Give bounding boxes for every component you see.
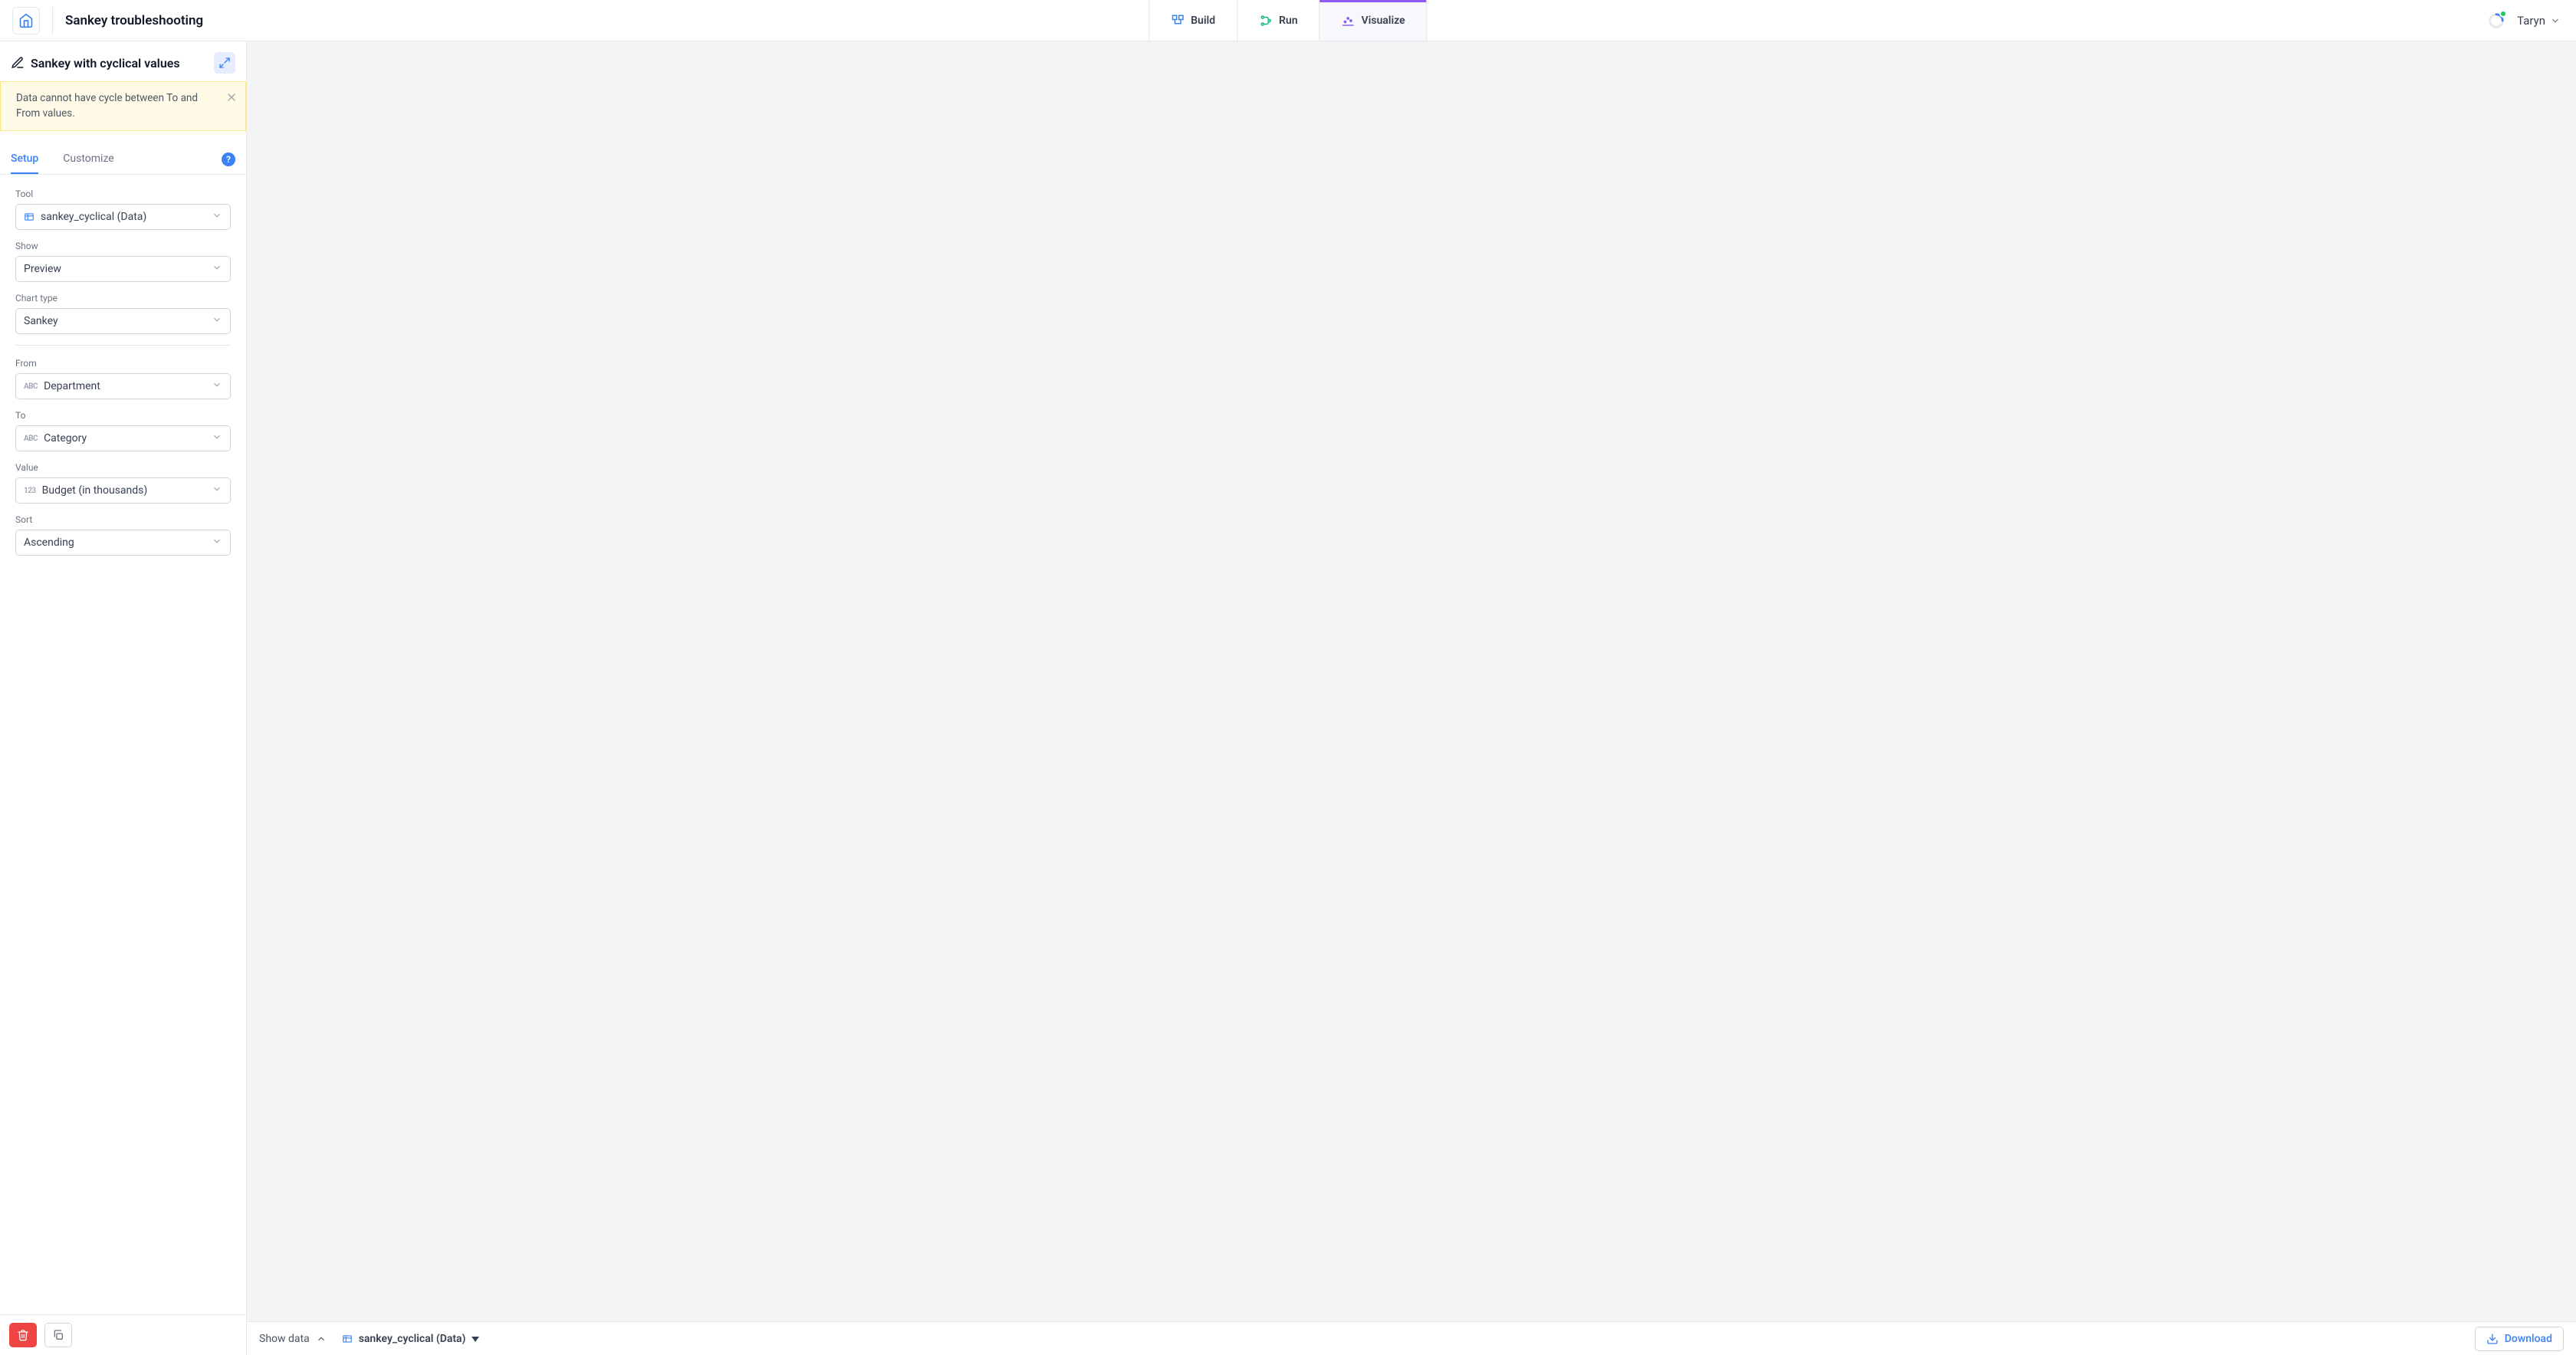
triangle-down-icon (472, 1335, 479, 1343)
select-to[interactable]: ABC Category (15, 425, 231, 451)
delete-button[interactable] (9, 1323, 37, 1347)
select-from-value: Department (44, 380, 205, 392)
duplicate-button[interactable] (44, 1323, 72, 1347)
user-name: Taryn (2517, 14, 2545, 28)
field-sort: Sort Ascending (15, 514, 231, 556)
label-from: From (15, 358, 231, 369)
top-bar: Sankey troubleshooting Build Run Visuali… (0, 0, 2576, 41)
canvas: Show data sankey_cyclical (Data) Downloa… (247, 41, 2576, 1355)
close-icon[interactable] (225, 91, 238, 103)
panel-title: Sankey with cyclical values (31, 56, 208, 71)
panel-tabs: Setup Customize ? (0, 145, 246, 175)
status-dot (2499, 10, 2507, 18)
label-tool: Tool (15, 189, 231, 199)
chevron-down-icon (212, 262, 222, 273)
show-data-label: Show data (259, 1333, 310, 1345)
show-data-toggle[interactable]: Show data (259, 1333, 327, 1345)
sidebar: Sankey with cyclical values Data cannot … (0, 41, 247, 1355)
select-from[interactable]: ABC Department (15, 373, 231, 399)
project-title: Sankey troubleshooting (65, 13, 203, 28)
field-tool: Tool sankey_cyclical (Data) (15, 189, 231, 230)
panel-header: Sankey with cyclical values (0, 41, 246, 81)
mode-tabs: Build Run Visualize (1148, 0, 1427, 41)
field-from: From ABC Department (15, 358, 231, 399)
chevron-down-icon (2550, 15, 2561, 26)
chevron-down-icon (212, 484, 222, 494)
label-chart-type: Chart type (15, 293, 231, 303)
tab-run-label: Run (1279, 15, 1298, 27)
download-icon (2486, 1333, 2499, 1345)
data-source-label: sankey_cyclical (Data) (359, 1333, 466, 1345)
setup-form: Tool sankey_cyclical (Data) Show Preview… (0, 175, 246, 1314)
expand-button[interactable] (214, 52, 235, 74)
topbar-right: Taryn (2488, 0, 2576, 41)
warning-banner: Data cannot have cycle between To and Fr… (0, 81, 246, 131)
help-button[interactable]: ? (222, 153, 235, 166)
select-show[interactable]: Preview (15, 256, 231, 282)
chevron-down-icon (212, 379, 222, 390)
label-to: To (15, 410, 231, 421)
divider (52, 7, 53, 34)
trash-icon (17, 1329, 29, 1341)
field-show: Show Preview (15, 241, 231, 282)
number-type-icon: 123 (24, 487, 36, 495)
select-value-field[interactable]: 123 Budget (in thousands) (15, 477, 231, 504)
build-icon (1171, 14, 1184, 28)
download-label: Download (2505, 1333, 2552, 1345)
tab-build-label: Build (1191, 15, 1215, 27)
label-sort: Sort (15, 514, 231, 525)
label-show: Show (15, 241, 231, 251)
copy-icon (52, 1329, 64, 1341)
select-valuefield-value: Budget (in thousands) (42, 484, 205, 497)
chevron-up-icon (316, 1334, 327, 1344)
chevron-down-icon (212, 314, 222, 325)
text-type-icon: ABC (24, 435, 38, 443)
text-type-icon: ABC (24, 382, 38, 391)
chevron-down-icon (212, 210, 222, 221)
run-icon (1259, 14, 1273, 28)
tab-visualize-label: Visualize (1362, 15, 1405, 27)
label-value: Value (15, 462, 231, 473)
divider (15, 345, 231, 346)
select-tool-value: sankey_cyclical (Data) (41, 211, 205, 223)
field-to: To ABC Category (15, 410, 231, 451)
select-show-value: Preview (24, 263, 205, 275)
topbar-left: Sankey troubleshooting (0, 0, 203, 41)
data-source-chip[interactable]: sankey_cyclical (Data) (342, 1333, 480, 1345)
tab-run[interactable]: Run (1237, 0, 1319, 41)
select-chart-type-value: Sankey (24, 315, 205, 327)
warning-text: Data cannot have cycle between To and Fr… (16, 92, 198, 120)
home-button[interactable] (12, 7, 40, 34)
pencil-icon (11, 56, 25, 70)
tab-setup[interactable]: Setup (11, 145, 38, 174)
status-indicator[interactable] (2488, 12, 2505, 29)
tab-build[interactable]: Build (1148, 0, 1237, 41)
field-chart-type: Chart type Sankey (15, 293, 231, 334)
table-icon (342, 1334, 353, 1344)
canvas-footer: Show data sankey_cyclical (Data) Downloa… (247, 1321, 2576, 1355)
main: Sankey with cyclical values Data cannot … (0, 41, 2576, 1355)
user-menu[interactable]: Taryn (2517, 14, 2561, 28)
field-value: Value 123 Budget (in thousands) (15, 462, 231, 504)
expand-icon (219, 57, 231, 69)
canvas-content (247, 41, 2576, 1321)
home-icon (18, 13, 34, 28)
select-sort[interactable]: Ascending (15, 530, 231, 556)
select-chart-type[interactable]: Sankey (15, 308, 231, 334)
chevron-down-icon (212, 431, 222, 442)
visualize-icon (1342, 14, 1355, 28)
sidebar-footer (0, 1314, 246, 1355)
download-button[interactable]: Download (2475, 1327, 2564, 1351)
tab-visualize[interactable]: Visualize (1319, 0, 1428, 41)
select-to-value: Category (44, 432, 205, 445)
chevron-down-icon (212, 536, 222, 546)
table-icon (24, 212, 34, 222)
select-tool[interactable]: sankey_cyclical (Data) (15, 204, 231, 230)
select-sort-value: Ascending (24, 536, 205, 549)
tab-customize[interactable]: Customize (63, 145, 113, 174)
